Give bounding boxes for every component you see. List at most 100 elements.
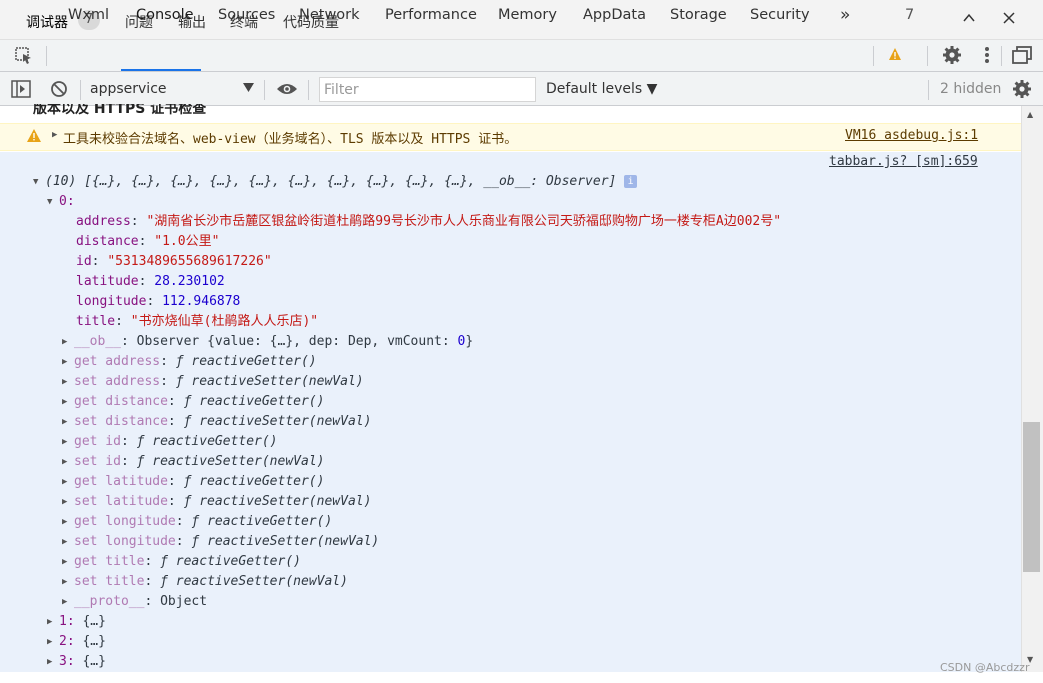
collapsed-arrow-icon: ▶ xyxy=(62,357,68,367)
sidebar-toggle-icon[interactable] xyxy=(11,80,31,102)
accessor-key: set distance xyxy=(74,414,168,429)
accessor-function: reactiveSetter(newVal) xyxy=(152,454,325,469)
property-row[interactable]: distance: "1.0公里" xyxy=(76,232,219,252)
accessor-row[interactable]: ▶ set latitude: ƒ reactiveSetter(newVal) xyxy=(62,492,371,512)
inspect-element-icon[interactable] xyxy=(14,46,34,70)
accessor-row[interactable]: ▶ set address: ƒ reactiveSetter(newVal) xyxy=(62,372,364,392)
function-symbol: ƒ xyxy=(136,434,145,449)
accessor-key: get title xyxy=(74,554,145,569)
accessor-row[interactable]: ▶ set distance: ƒ reactiveSetter(newVal) xyxy=(62,412,371,432)
accessor-row[interactable]: ▶ set title: ƒ reactiveSetter(newVal) xyxy=(62,572,348,592)
property-value: 112.946878 xyxy=(162,294,241,309)
accessor-function: reactiveGetter() xyxy=(199,394,325,409)
collapsed-arrow-icon: ▶ xyxy=(47,617,53,627)
tab-appdata[interactable]: AppData xyxy=(583,7,646,23)
tab-security[interactable]: Security xyxy=(750,7,810,23)
proto-property[interactable]: ▶ __proto__: Object xyxy=(62,592,207,612)
accessor-row[interactable]: ▶ set longitude: ƒ reactiveSetter(newVal) xyxy=(62,532,379,552)
hidden-count[interactable]: 2 hidden xyxy=(940,81,1001,97)
tab-sources[interactable]: Sources xyxy=(218,7,275,23)
filter-input[interactable]: Filter xyxy=(319,77,536,102)
tab-memory[interactable]: Memory xyxy=(498,7,557,23)
collapsed-arrow-icon: ▶ xyxy=(62,397,68,407)
eye-icon[interactable] xyxy=(276,82,298,100)
divider xyxy=(928,80,929,100)
array-item[interactable]: ▶ 3: {…} xyxy=(47,652,106,672)
function-symbol: ƒ xyxy=(183,494,192,509)
collapsed-arrow-icon: ▶ xyxy=(62,597,68,607)
scrollbar-track[interactable] xyxy=(1021,106,1043,672)
chevron-down-icon[interactable] xyxy=(243,83,254,95)
tab-console[interactable]: Console xyxy=(136,7,194,23)
accessor-function: reactiveGetter() xyxy=(199,474,325,489)
property-row[interactable]: address: "湖南省长沙市岳麓区银盆岭街道杜鹃路99号长沙市人人乐商业有限… xyxy=(76,212,781,232)
accessor-key: get distance xyxy=(74,394,168,409)
scroll-up-icon[interactable]: ▲ xyxy=(1027,110,1033,119)
accessor-row[interactable]: ▶ get address: ƒ reactiveGetter() xyxy=(62,352,317,372)
accessor-function: reactiveGetter() xyxy=(175,554,301,569)
devtools-tabbar xyxy=(0,40,1043,72)
property-row[interactable]: latitude: 28.230102 xyxy=(76,272,225,292)
accessor-row[interactable]: ▶ get title: ƒ reactiveGetter() xyxy=(62,552,301,572)
kebab-menu-icon[interactable] xyxy=(982,45,992,69)
console-settings-gear-icon[interactable] xyxy=(1012,79,1032,103)
collapsed-arrow-icon: ▶ xyxy=(62,537,68,547)
tab-performance[interactable]: Performance xyxy=(385,7,477,23)
array-item-0[interactable]: ▼ 0: xyxy=(47,192,75,212)
warning-triangle-icon xyxy=(27,129,41,146)
warning-count[interactable]: 7 xyxy=(905,7,914,23)
collapsed-arrow-icon: ▶ xyxy=(62,437,68,447)
collapsed-arrow-icon: ▶ xyxy=(62,377,68,387)
accessor-row[interactable]: ▶ set id: ƒ reactiveSetter(newVal) xyxy=(62,452,324,472)
close-icon[interactable] xyxy=(999,10,1019,30)
property-row[interactable]: title: "书亦烧仙草(杜鹃路人人乐店)" xyxy=(76,312,318,332)
property-row[interactable]: id: "5313489655689617226" xyxy=(76,252,272,272)
more-tabs-button[interactable]: » xyxy=(840,5,850,25)
scrollbar-thumb[interactable] xyxy=(1023,422,1040,572)
warning-icon[interactable] xyxy=(888,47,902,65)
watermark: CSDN @Abcdzzr xyxy=(940,661,1030,674)
accessor-row[interactable]: ▶ get id: ƒ reactiveGetter() xyxy=(62,432,278,452)
warning-source-link[interactable]: VM16 asdebug.js:1 xyxy=(845,128,978,143)
log-source-link[interactable]: tabbar.js? [sm]:659 xyxy=(829,154,978,169)
array-item[interactable]: ▶ 1: {…} xyxy=(47,612,106,632)
function-symbol: ƒ xyxy=(183,394,192,409)
active-tab-indicator xyxy=(121,69,201,71)
array-item-value: {…} xyxy=(82,614,106,629)
collapsed-arrow-icon: ▶ xyxy=(62,477,68,487)
accessor-function: reactiveGetter() xyxy=(152,434,278,449)
tab-wxml[interactable]: Wxml xyxy=(68,7,109,23)
accessor-row[interactable]: ▶ get distance: ƒ reactiveGetter() xyxy=(62,392,324,412)
accessor-function: reactiveSetter(newVal) xyxy=(175,574,348,589)
undock-icon[interactable] xyxy=(1011,45,1033,69)
divider xyxy=(1001,46,1002,66)
gear-icon[interactable] xyxy=(942,45,962,69)
collapsed-arrow-icon: ▶ xyxy=(62,577,68,587)
array-item-value: {…} xyxy=(82,654,106,669)
log-levels-select[interactable]: Default levels ▼ xyxy=(546,81,657,97)
bottom-strip xyxy=(0,672,1043,683)
property-value: "1.0公里" xyxy=(154,234,220,249)
tab-network[interactable]: Network xyxy=(299,7,360,23)
accessor-function: reactiveSetter(newVal) xyxy=(199,414,372,429)
clear-console-icon[interactable] xyxy=(49,79,69,103)
ob-property[interactable]: ▶ __ob__: Observer {value: {…}, dep: Dep,… xyxy=(62,332,473,352)
accessor-row[interactable]: ▶ get latitude: ƒ reactiveGetter() xyxy=(62,472,324,492)
accessor-key: set title xyxy=(74,574,145,589)
tab-storage[interactable]: Storage xyxy=(670,7,727,23)
function-symbol: ƒ xyxy=(191,534,200,549)
accessor-key: set longitude xyxy=(74,534,176,549)
chevron-up-icon[interactable] xyxy=(959,10,979,30)
accessor-row[interactable]: ▶ get longitude: ƒ reactiveGetter() xyxy=(62,512,332,532)
array-summary[interactable]: ▼ (10) [{…}, {…}, {…}, {…}, {…}, {…}, {…}… xyxy=(33,172,638,192)
collapsed-arrow-icon: ▶ xyxy=(62,457,68,467)
expand-arrow-icon[interactable]: ▶ xyxy=(52,130,57,140)
context-select[interactable]: appservice xyxy=(90,81,167,97)
property-row[interactable]: longitude: 112.946878 xyxy=(76,292,240,312)
array-item[interactable]: ▶ 2: {…} xyxy=(47,632,106,652)
divider xyxy=(80,80,81,100)
panel-tab-debugger[interactable]: 调试器 xyxy=(26,12,68,32)
warning-text: 工具未校验合法域名、web-view（业务域名）、TLS 版本以及 HTTPS … xyxy=(63,132,518,147)
accessor-function: reactiveSetter(newVal) xyxy=(207,534,380,549)
accessor-key: get id xyxy=(74,434,121,449)
